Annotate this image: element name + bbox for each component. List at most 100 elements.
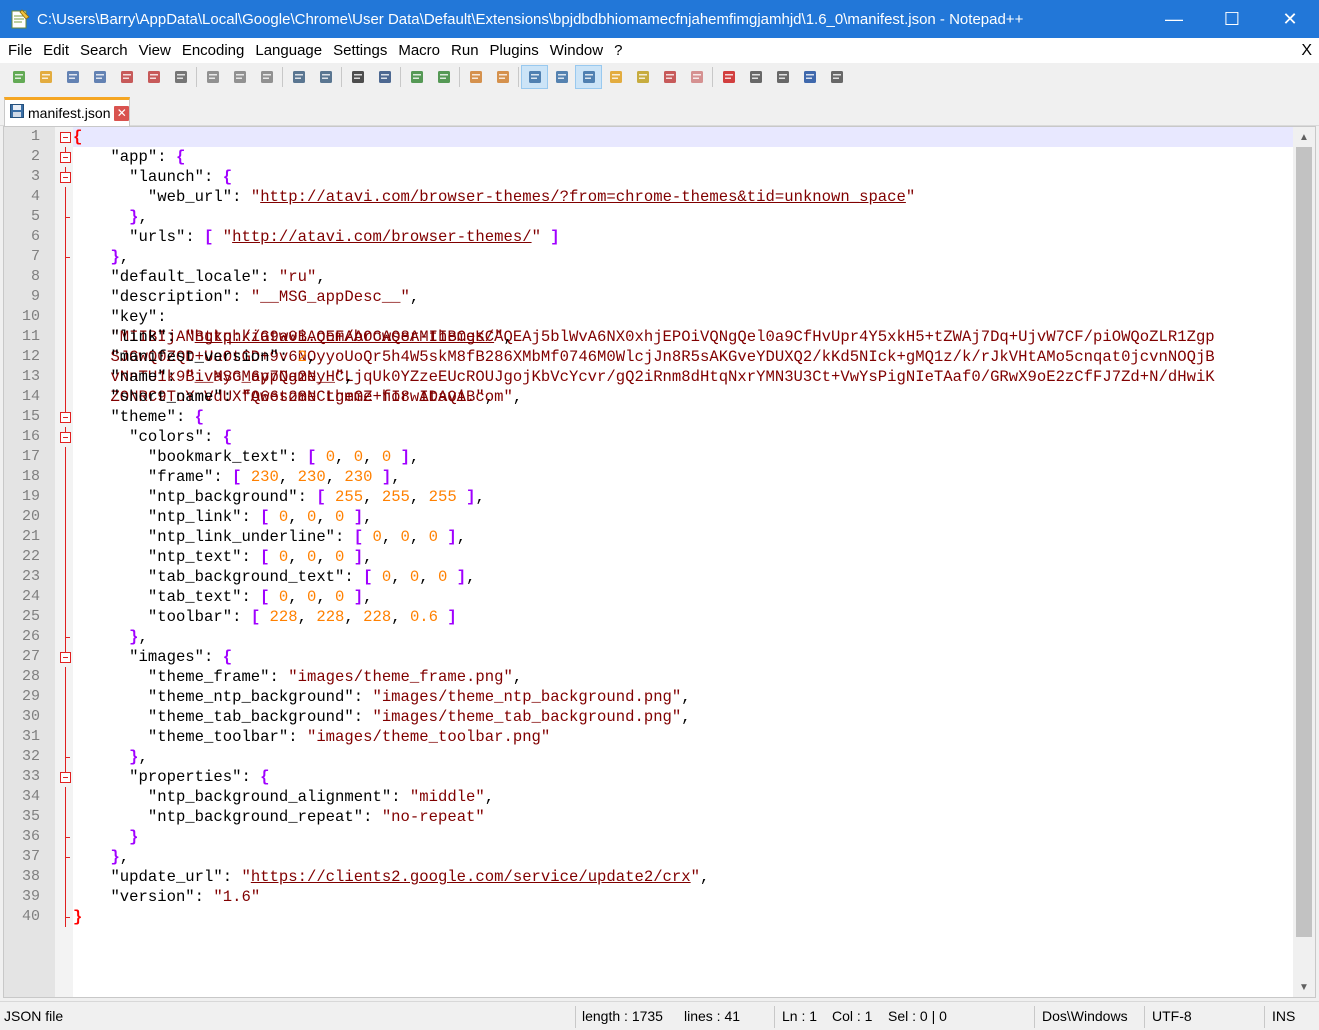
menu-search[interactable]: Search [75, 38, 133, 63]
menu-edit[interactable]: Edit [38, 38, 74, 63]
code-line[interactable]: 7 }, [31, 247, 1293, 267]
menu-settings[interactable]: Settings [328, 38, 392, 63]
menu-plugins[interactable]: Plugins [485, 38, 544, 63]
menu-help[interactable]: ? [609, 38, 627, 63]
save-macro-button[interactable] [823, 65, 850, 89]
code-line[interactable]: 3 "launch": { [31, 167, 1293, 187]
code-line[interactable]: 14 "short_name": "Awesome theme for Atav… [22, 387, 1293, 407]
code-line[interactable]: 16 "colors": { [22, 427, 1293, 447]
code-line[interactable]: 29 "theme_ntp_background": "images/theme… [22, 687, 1293, 707]
save-all-button[interactable] [86, 65, 113, 89]
code-line[interactable]: 35 "ntp_background_repeat": "no-repeat" [22, 807, 1293, 827]
minimize-button[interactable]: — [1145, 0, 1203, 38]
print-button[interactable] [167, 65, 194, 89]
folder-workspace-button[interactable] [683, 65, 710, 89]
code-line[interactable]: 36 } [22, 827, 1293, 847]
code-line[interactable]: 10 "key": "MIIBIjANBgkqhkiG9w0BAQEFAAOCA… [22, 307, 1293, 407]
close-window-button[interactable]: ✕ [1261, 0, 1319, 38]
word-wrap-button[interactable] [521, 65, 548, 89]
scroll-up-icon[interactable]: ▲ [1293, 128, 1315, 146]
play-macro-button[interactable] [769, 65, 796, 89]
code-line[interactable]: 1{ [31, 127, 1293, 147]
zoom-out-button[interactable] [430, 65, 457, 89]
user-language-button[interactable] [602, 65, 629, 89]
fold-toggle-icon[interactable] [60, 652, 71, 663]
close-button[interactable] [113, 65, 140, 89]
code-line[interactable]: 23 "tab_background_text": [ 0, 0, 0 ], [22, 567, 1293, 587]
code-line[interactable]: 27 "images": { [22, 647, 1293, 667]
function-list-button[interactable] [656, 65, 683, 89]
code-line[interactable]: 33 "properties": { [22, 767, 1293, 787]
code-line[interactable]: 18 "frame": [ 230, 230, 230 ], [22, 467, 1293, 487]
menu-view[interactable]: View [134, 38, 176, 63]
code-line[interactable]: 25 "toolbar": [ 228, 228, 228, 0.6 ] [22, 607, 1293, 627]
undo-button[interactable] [285, 65, 312, 89]
code-line[interactable]: 30 "theme_tab_background": "images/theme… [22, 707, 1293, 727]
code-line[interactable]: 11 "link": "http://atavi.com/browser-the… [22, 327, 1293, 347]
close-document-button[interactable]: X [1301, 38, 1312, 63]
code-line[interactable]: 4 "web_url": "http://atavi.com/browser-t… [31, 187, 1293, 207]
code-line[interactable]: 28 "theme_frame": "images/theme_frame.pn… [22, 667, 1293, 687]
code-line[interactable]: 37 }, [22, 847, 1293, 867]
maximize-button[interactable]: ☐ [1203, 0, 1261, 38]
open-file-button[interactable] [32, 65, 59, 89]
find-button[interactable] [344, 65, 371, 89]
tab-manifest-json[interactable]: manifest.json ✕ [4, 97, 130, 126]
redo-button[interactable] [312, 65, 339, 89]
menu-language[interactable]: Language [250, 38, 327, 63]
menu-window[interactable]: Window [545, 38, 608, 63]
code-line[interactable]: 2 "app": { [31, 147, 1293, 167]
editor-pane[interactable]: 1{2 "app": {3 "launch": {4 "web_url": "h… [3, 126, 1316, 998]
zoom-in-button[interactable] [403, 65, 430, 89]
fold-toggle-icon[interactable] [60, 772, 71, 783]
fold-toggle-icon[interactable] [60, 132, 71, 143]
fold-toggle-icon[interactable] [60, 152, 71, 163]
code-token[interactable]: https://clients2.google.com/service/upda… [251, 868, 691, 886]
menu-run[interactable]: Run [446, 38, 484, 63]
run-macro-multiple-button[interactable] [796, 65, 823, 89]
close-all-button[interactable] [140, 65, 167, 89]
code-line[interactable]: 8 "default_locale": "ru", [31, 267, 1293, 287]
code-line[interactable]: 24 "tab_text": [ 0, 0, 0 ], [22, 587, 1293, 607]
code-line[interactable]: 31 "theme_toolbar": "images/theme_toolba… [22, 727, 1293, 747]
code-line[interactable]: 34 "ntp_background_alignment": "middle", [22, 787, 1293, 807]
code-line[interactable]: 19 "ntp_background": [ 255, 255, 255 ], [22, 487, 1293, 507]
menu-file[interactable]: File [3, 38, 37, 63]
sync-horizontal-button[interactable] [489, 65, 516, 89]
record-macro-button[interactable] [715, 65, 742, 89]
fold-toggle-icon[interactable] [60, 412, 71, 423]
scrollbar-thumb[interactable] [1296, 147, 1312, 937]
vertical-scrollbar[interactable]: ▲ ▼ [1293, 127, 1315, 997]
code-line[interactable]: 12 "manifest_version": 2, [22, 347, 1293, 367]
code-line[interactable]: 9 "description": "__MSG_appDesc__", [31, 287, 1293, 307]
tab-close-icon[interactable]: ✕ [114, 105, 129, 121]
copy-button[interactable] [226, 65, 253, 89]
code-line[interactable]: 5 }, [31, 207, 1293, 227]
show-all-chars-button[interactable] [548, 65, 575, 89]
notepadpp-app-icon[interactable] [9, 8, 31, 30]
code-line[interactable]: 6 "urls": [ "http://atavi.com/browser-th… [31, 227, 1293, 247]
code-line[interactable]: 39 "version": "1.6" [22, 887, 1293, 907]
code-line[interactable]: 26 }, [22, 627, 1293, 647]
code-line[interactable]: 22 "ntp_text": [ 0, 0, 0 ], [22, 547, 1293, 567]
cut-button[interactable] [199, 65, 226, 89]
code-line[interactable]: 21 "ntp_link_underline": [ 0, 0, 0 ], [22, 527, 1293, 547]
menu-encoding[interactable]: Encoding [177, 38, 250, 63]
fold-toggle-icon[interactable] [60, 432, 71, 443]
stop-macro-button[interactable] [742, 65, 769, 89]
indent-guide-button[interactable] [575, 65, 602, 89]
paste-button[interactable] [253, 65, 280, 89]
menu-macro[interactable]: Macro [393, 38, 445, 63]
code-area[interactable]: 1{2 "app": {3 "launch": {4 "web_url": "h… [22, 127, 1293, 997]
code-line[interactable]: 13 "name": "__MSG_appName__", [22, 367, 1293, 387]
scroll-down-icon[interactable]: ▼ [1293, 978, 1315, 996]
code-line[interactable]: 17 "bookmark_text": [ 0, 0, 0 ], [22, 447, 1293, 467]
doc-map-button[interactable] [629, 65, 656, 89]
code-line[interactable]: 40} [22, 907, 1293, 927]
code-line[interactable]: 32 }, [22, 747, 1293, 767]
fold-margin[interactable] [55, 127, 73, 997]
code-token[interactable]: http://atavi.com/browser-themes/ [195, 328, 494, 346]
save-button[interactable] [59, 65, 86, 89]
code-line[interactable]: 20 "ntp_link": [ 0, 0, 0 ], [22, 507, 1293, 527]
replace-button[interactable] [371, 65, 398, 89]
